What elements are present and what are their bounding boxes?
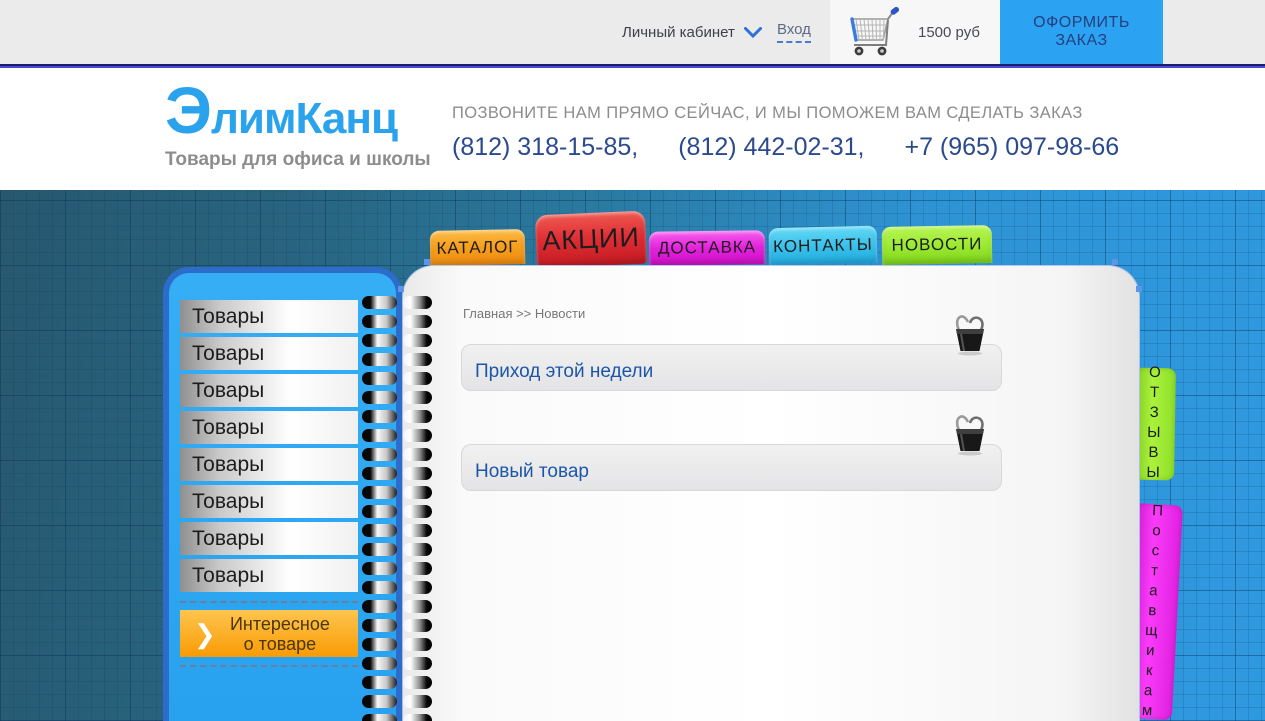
news-link-box[interactable]: Приход этой недели bbox=[461, 344, 1002, 391]
spiral-ring bbox=[362, 391, 432, 404]
spiral-ring bbox=[362, 657, 432, 670]
binder-clip-icon bbox=[950, 408, 990, 461]
anchor-handle bbox=[1136, 286, 1142, 292]
tab-catalog-label: КАТАЛОГ bbox=[436, 236, 519, 258]
sidebar-item-label: Товары bbox=[192, 415, 265, 439]
tab-delivery-label: ДОСТАВКА bbox=[657, 237, 757, 258]
sidebar-item-tovary-6[interactable]: Товары bbox=[180, 485, 358, 518]
sidebar-item-label: Товары bbox=[192, 341, 265, 365]
promo-button-label: Интересное о товаре bbox=[222, 614, 352, 654]
tab-news[interactable]: НОВОСТИ bbox=[881, 225, 993, 265]
spiral-ring bbox=[362, 372, 432, 385]
call-prompt: ПОЗВОНИТЕ НАМ ПРЯМО СЕЙЧАС, И МЫ ПОМОЖЕМ… bbox=[452, 104, 1083, 122]
sidebar-item-tovary-4[interactable]: Товары bbox=[180, 411, 358, 444]
spiral-ring bbox=[362, 448, 432, 461]
call-block: ПОЗВОНИТЕ НАМ ПРЯМО СЕЙЧАС, И МЫ ПОМОЖЕМ… bbox=[452, 104, 1119, 162]
main-stage: КАТАЛОГ АКЦИИ ДОСТАВКА КОНТАКТЫ НОВОСТИ … bbox=[0, 190, 1265, 721]
topbar: Личный кабинет Вход 1500 руб ОФОРМИТЬ ЗА… bbox=[0, 0, 1265, 64]
spiral-ring bbox=[362, 714, 432, 721]
news-link-box[interactable]: Новый товар bbox=[461, 444, 1002, 491]
cart-total: 1500 руб bbox=[918, 23, 980, 41]
promo-button[interactable]: ❯ Интересное о товаре bbox=[180, 610, 358, 657]
sidebar-item-label: Товары bbox=[192, 304, 265, 328]
cart-zone[interactable]: 1500 руб bbox=[830, 0, 1000, 64]
spiral-ring bbox=[362, 562, 432, 575]
tab-contacts[interactable]: КОНТАКТЫ bbox=[768, 225, 878, 266]
news-item: Приход этой недели bbox=[461, 315, 1002, 391]
sidebar-dashed-divider bbox=[180, 665, 358, 667]
spiral-ring bbox=[362, 315, 432, 328]
tab-sale-label: АКЦИИ bbox=[541, 221, 641, 257]
chevron-down-icon bbox=[743, 26, 762, 38]
phone-number: (812) 318-15-85, bbox=[452, 133, 639, 161]
spiral-binding bbox=[362, 296, 432, 721]
spiral-ring bbox=[362, 524, 432, 537]
spiral-ring bbox=[362, 695, 432, 708]
spiral-ring bbox=[362, 638, 432, 651]
spiral-ring bbox=[362, 581, 432, 594]
spiral-ring bbox=[362, 676, 432, 689]
promo-line1: Интересное bbox=[229, 613, 330, 634]
account-menu[interactable]: Личный кабинет bbox=[622, 0, 762, 64]
anchor-handle bbox=[1112, 259, 1118, 265]
account-menu-label: Личный кабинет bbox=[622, 23, 735, 41]
spiral-ring bbox=[362, 600, 432, 613]
sidebar-item-tovary-2[interactable]: Товары bbox=[180, 337, 358, 370]
sidebar-item-label: Товары bbox=[192, 489, 265, 513]
news-title: Приход этой недели bbox=[475, 361, 654, 382]
sidebar-item-tovary-3[interactable]: Товары bbox=[180, 374, 358, 407]
news-item: Новый товар bbox=[461, 415, 1002, 491]
spiral-ring bbox=[362, 334, 432, 347]
phone-number: (812) 442-02-31, bbox=[678, 133, 865, 161]
sidebar-item-label: Товары bbox=[192, 378, 265, 402]
checkout-button-label: ОФОРМИТЬ ЗАКАЗ bbox=[1033, 14, 1130, 49]
anchor-handle bbox=[398, 286, 404, 292]
sidebar-item-label: Товары bbox=[192, 452, 265, 476]
promo-line2: о товаре bbox=[243, 633, 317, 654]
sidebar-item-label: Товары bbox=[192, 526, 265, 550]
tab-delivery[interactable]: ДОСТАВКА bbox=[648, 230, 766, 266]
anchor-handle bbox=[424, 259, 430, 265]
phone-list: (812) 318-15-85, (812) 442-02-31, +7 (96… bbox=[452, 133, 1119, 162]
binder-clip-icon bbox=[950, 308, 990, 361]
tab-sale[interactable]: АКЦИИ bbox=[534, 210, 648, 269]
spiral-ring bbox=[362, 410, 432, 423]
spiral-ring bbox=[362, 543, 432, 556]
sidebar-dashed-divider bbox=[180, 601, 358, 603]
spiral-ring bbox=[362, 486, 432, 499]
spiral-ring bbox=[362, 467, 432, 480]
spiral-ring bbox=[362, 619, 432, 632]
logo-text: ЭлимКанц bbox=[165, 73, 398, 147]
logo-tagline: Товары для офиса и школы bbox=[165, 149, 431, 170]
side-tab-reviews-label: ОТЗЫВЫ bbox=[1144, 363, 1164, 485]
cart-icon bbox=[842, 7, 900, 57]
side-tab-suppliers-label: Поставщикам bbox=[1138, 501, 1167, 721]
news-title: Новый товар bbox=[475, 461, 589, 482]
content-panel: Главная >> Новости Приход этой недели Но… bbox=[402, 265, 1140, 721]
sidebar-item-tovary-7[interactable]: Товары bbox=[180, 522, 358, 555]
spiral-ring bbox=[362, 505, 432, 518]
sidebar-item-label: Товары bbox=[192, 563, 265, 587]
sidebar-item-tovary-8[interactable]: Товары bbox=[180, 559, 358, 592]
checkout-button[interactable]: ОФОРМИТЬ ЗАКАЗ bbox=[1000, 0, 1163, 64]
spiral-ring bbox=[362, 353, 432, 366]
login-link-label: Вход bbox=[777, 21, 811, 43]
sidebar-item-tovary-5[interactable]: Товары bbox=[180, 448, 358, 481]
logo[interactable]: ЭлимКанц Товары для офиса и школы bbox=[165, 80, 431, 171]
spiral-ring bbox=[362, 429, 432, 442]
header: ЭлимКанц Товары для офиса и школы ПОЗВОН… bbox=[0, 68, 1265, 190]
sidebar-item-tovary-1[interactable]: Товары bbox=[180, 300, 358, 333]
tab-news-label: НОВОСТИ bbox=[891, 234, 983, 255]
chevron-right-icon: ❯ bbox=[194, 618, 216, 649]
login-link[interactable]: Вход bbox=[777, 0, 811, 64]
tab-catalog[interactable]: КАТАЛОГ bbox=[429, 229, 526, 266]
spiral-ring bbox=[362, 296, 432, 309]
tab-contacts-label: КОНТАКТЫ bbox=[772, 234, 874, 256]
breadcrumb[interactable]: Главная >> Новости bbox=[463, 306, 585, 321]
phone-number: +7 (965) 097-98-66 bbox=[904, 133, 1120, 161]
